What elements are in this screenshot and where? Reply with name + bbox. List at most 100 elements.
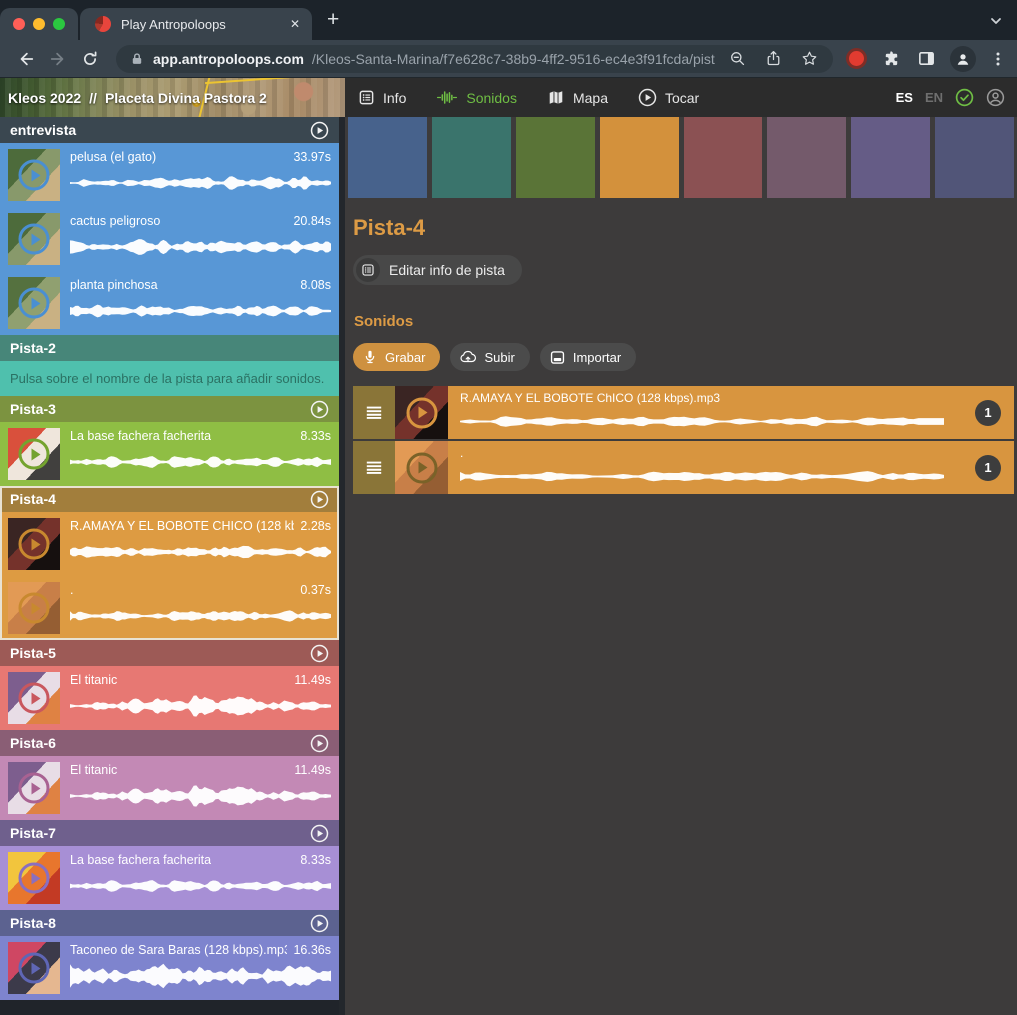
sample-row[interactable]: cactus peligroso20.84s xyxy=(0,207,339,271)
share-icon[interactable] xyxy=(759,47,787,71)
nav-item-sonidos[interactable]: Sonidos xyxy=(436,89,517,106)
bookmark-star-icon[interactable] xyxy=(795,47,823,71)
drag-handle[interactable] xyxy=(353,386,395,439)
cloud-upload-icon xyxy=(459,349,477,365)
track-play-button[interactable] xyxy=(310,121,329,140)
window-zoom-button[interactable] xyxy=(53,18,65,30)
sample-info-top: El titanic11.49s xyxy=(70,762,331,778)
sample-info-top: .0.37s xyxy=(70,582,331,598)
nav-item-tocar[interactable]: Tocar xyxy=(638,88,699,107)
play-triangle-icon xyxy=(31,962,40,974)
account-icon[interactable] xyxy=(986,88,1005,107)
sample-play-icon[interactable] xyxy=(19,288,50,319)
track-name: Pista-7 xyxy=(10,825,310,841)
nav-item-info[interactable]: Info xyxy=(358,89,406,106)
sample-row[interactable]: pelusa (el gato)33.97s xyxy=(0,143,339,207)
sample-thumbnail xyxy=(8,852,60,904)
sample-waveform xyxy=(70,959,331,993)
app-body: entrevistapelusa (el gato)33.97s cactus p… xyxy=(0,117,1017,1015)
browser-window: Play Antropoloops ✕ + app.antropoloops.c… xyxy=(0,0,1017,1015)
sample-waveform xyxy=(70,294,331,328)
sound-row[interactable]: .1 xyxy=(353,441,1014,494)
sample-row[interactable]: .0.37s xyxy=(0,576,339,640)
track-color-swatch-6[interactable] xyxy=(767,117,846,198)
sample-row[interactable]: Taconeo de Sara Baras (128 kbps).mp316.3… xyxy=(0,936,339,1000)
sample-play-icon[interactable] xyxy=(19,439,50,470)
track-play-button[interactable] xyxy=(310,734,329,753)
sample-play-icon[interactable] xyxy=(19,953,50,984)
zoom-minus-icon[interactable] xyxy=(723,47,751,71)
track-color-swatch-4[interactable] xyxy=(600,117,679,198)
sound-play-icon[interactable] xyxy=(406,452,437,483)
track-color-swatch-7[interactable] xyxy=(851,117,930,198)
sample-row[interactable]: El titanic11.49s xyxy=(0,756,339,820)
sample-play-icon[interactable] xyxy=(19,160,50,191)
sample-play-icon[interactable] xyxy=(19,224,50,255)
side-panel-icon[interactable] xyxy=(915,44,937,74)
reload-button[interactable] xyxy=(74,44,106,74)
browser-tab[interactable]: Play Antropoloops ✕ xyxy=(80,8,312,40)
track-header[interactable]: Pista-8 xyxy=(0,910,339,936)
window-close-button[interactable] xyxy=(13,18,25,30)
address-bar[interactable]: app.antropoloops.com /Kleos-Santa-Marina… xyxy=(116,45,833,73)
nav-item-mapa[interactable]: Mapa xyxy=(547,89,608,106)
sample-info-top: cactus peligroso20.84s xyxy=(70,213,331,229)
profile-avatar[interactable] xyxy=(950,46,976,72)
track-header[interactable]: Pista-4 xyxy=(0,486,339,512)
sample-play-icon[interactable] xyxy=(19,683,50,714)
language-en[interactable]: EN xyxy=(925,90,943,105)
tab-close-icon[interactable]: ✕ xyxy=(282,17,300,31)
track-color-swatch-2[interactable] xyxy=(432,117,511,198)
track-header[interactable]: Pista-2 xyxy=(0,335,339,361)
extensions-puzzle-icon[interactable] xyxy=(880,44,902,74)
track-play-button[interactable] xyxy=(310,400,329,419)
browser-menu-icon[interactable] xyxy=(989,44,1007,74)
track-header[interactable]: entrevista xyxy=(0,117,339,143)
language-es[interactable]: ES xyxy=(896,90,913,105)
track-header[interactable]: Pista-6 xyxy=(0,730,339,756)
sound-row[interactable]: R.AMAYA Y EL BOBOTE ChICO (128 kbps).mp3… xyxy=(353,386,1014,439)
play-triangle-icon xyxy=(31,297,40,309)
track-body: pelusa (el gato)33.97s cactus peligroso20… xyxy=(0,143,339,335)
sample-play-icon[interactable] xyxy=(19,593,50,624)
sample-row[interactable]: La base fachera facherita8.33s xyxy=(0,422,339,486)
sample-waveform xyxy=(70,230,331,264)
sample-row[interactable]: El titanic11.49s xyxy=(0,666,339,730)
sample-info: La base fachera facherita8.33s xyxy=(70,428,331,480)
sample-play-icon[interactable] xyxy=(19,863,50,894)
sidebar-track: Pista-6 El titanic11.49s xyxy=(0,730,339,820)
sample-row[interactable]: La base fachera facherita8.33s xyxy=(0,846,339,910)
track-header[interactable]: Pista-3 xyxy=(0,396,339,422)
sample-play-icon[interactable] xyxy=(19,773,50,804)
importar-button[interactable]: Importar xyxy=(540,343,636,371)
track-header[interactable]: Pista-5 xyxy=(0,640,339,666)
subir-button[interactable]: Subir xyxy=(450,343,529,371)
sound-play-icon[interactable] xyxy=(406,397,437,428)
tab-search-chevron-icon[interactable] xyxy=(988,13,1004,29)
track-play-button[interactable] xyxy=(310,644,329,663)
window-controls xyxy=(0,8,78,40)
track-body: La base fachera facherita8.33s xyxy=(0,422,339,486)
track-header[interactable]: Pista-7 xyxy=(0,820,339,846)
breadcrumb-project[interactable]: Kleos 2022 xyxy=(8,90,81,106)
back-button[interactable] xyxy=(10,44,42,74)
sample-play-icon[interactable] xyxy=(19,529,50,560)
track-color-swatch-1[interactable] xyxy=(348,117,427,198)
track-color-swatch-8[interactable] xyxy=(935,117,1014,198)
track-color-swatch-5[interactable] xyxy=(684,117,763,198)
window-minimize-button[interactable] xyxy=(33,18,45,30)
edit-track-info-button[interactable]: Editar info de pista xyxy=(353,255,522,285)
track-color-swatch-3[interactable] xyxy=(516,117,595,198)
forward-button[interactable] xyxy=(42,44,74,74)
track-play-button[interactable] xyxy=(310,490,329,509)
sample-row[interactable]: R.AMAYA Y EL BOBOTE CHICO (128 kbps)....… xyxy=(0,512,339,576)
grabar-button[interactable]: Grabar xyxy=(353,343,440,371)
track-play-button[interactable] xyxy=(310,824,329,843)
project-map-thumbnail[interactable]: Kleos 2022 // Placeta Divina Pastora 2 xyxy=(0,78,345,117)
new-tab-button[interactable]: + xyxy=(327,9,339,31)
record-extension-icon[interactable] xyxy=(846,48,867,69)
track-name: Pista-6 xyxy=(10,735,310,751)
drag-handle[interactable] xyxy=(353,441,395,494)
sample-row[interactable]: planta pinchosa8.08s xyxy=(0,271,339,335)
track-play-button[interactable] xyxy=(310,914,329,933)
